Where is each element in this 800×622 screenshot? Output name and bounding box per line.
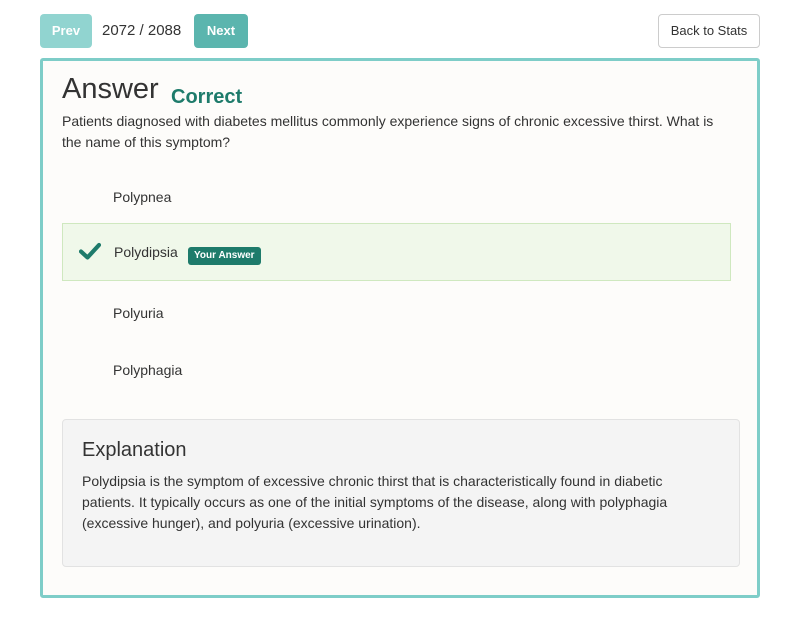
back-to-stats-button[interactable]: Back to Stats: [658, 14, 760, 48]
your-answer-badge: Your Answer: [188, 247, 261, 265]
answer-heading: Answer: [62, 73, 159, 105]
prev-button[interactable]: Prev: [40, 14, 92, 48]
option-polydipsia: Polydipsia Your Answer: [62, 223, 731, 281]
option-label: Polyuria: [113, 305, 164, 321]
explanation-title: Explanation: [82, 439, 187, 461]
option-polyuria: Polyuria: [62, 284, 731, 342]
checkmark-icon: [79, 242, 101, 260]
navigation-bar: Prev 2072 / 2088 Next Back to Stats: [0, 0, 800, 58]
option-label: Polydipsia: [114, 244, 178, 260]
option-label: Polypnea: [113, 189, 172, 205]
question-counter: 2072 / 2088: [102, 22, 182, 39]
answer-card: Answer Correct Patients diagnosed with d…: [40, 58, 760, 598]
option-polyphagia: Polyphagia: [62, 341, 731, 399]
question-text: Patients diagnosed with diabetes mellitu…: [62, 113, 714, 150]
page: Prev 2072 / 2088 Next Back to Stats Answ…: [0, 0, 800, 622]
option-polypnea: Polypnea: [62, 168, 731, 226]
option-label: Polyphagia: [113, 362, 183, 378]
explanation-panel: Explanation Polydipsia is the symptom of…: [62, 419, 740, 567]
next-button[interactable]: Next: [194, 14, 248, 48]
result-status: Correct: [171, 86, 243, 108]
explanation-text: Polydipsia is the symptom of excessive c…: [82, 473, 668, 531]
